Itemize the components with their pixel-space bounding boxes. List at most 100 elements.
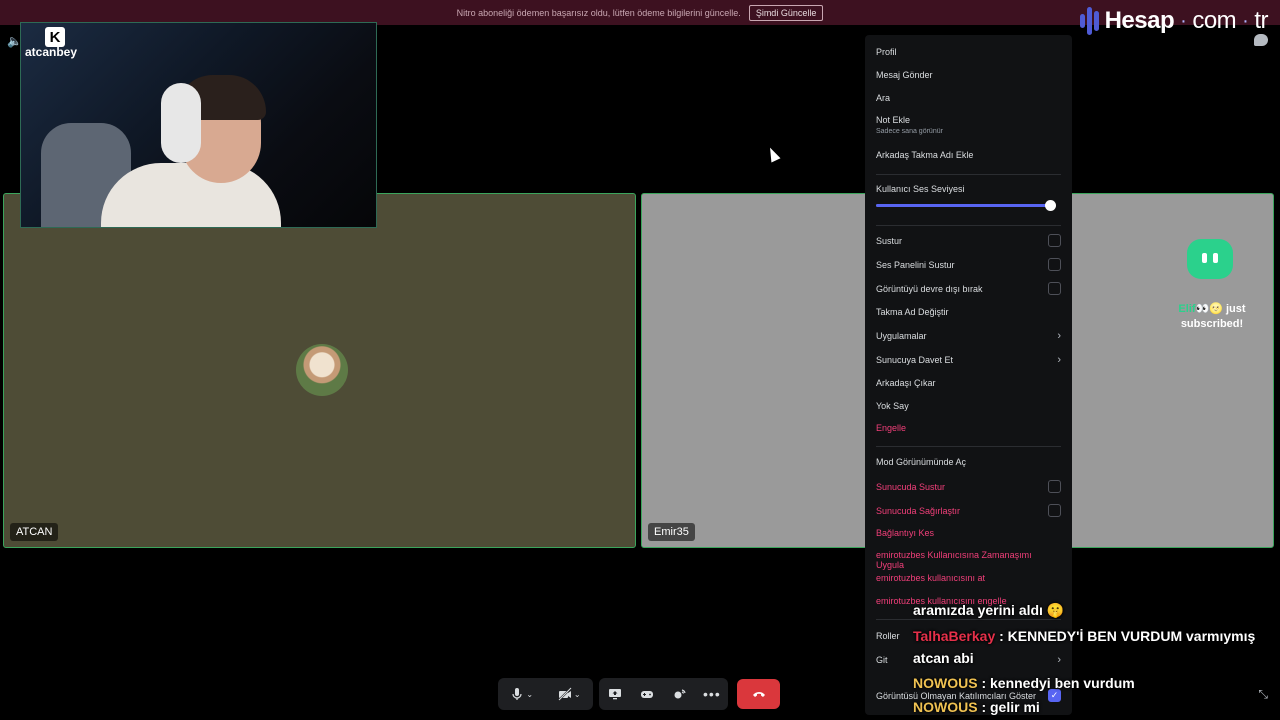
menu-item-ignore[interactable]: Yok Say [876,401,1061,411]
chat-message: NOWOUS : kennedyi ben vurdum [913,675,1135,691]
brand-tld: tr [1254,7,1268,34]
streamer-body [101,163,281,227]
chat-username: NOWOUS [913,699,978,715]
mouse-cursor [765,145,781,163]
menu-label: Arkadaşı Çıkar [876,378,936,388]
menu-item-server-mute[interactable]: Sunucuda Sustur [876,480,1061,493]
menu-item-remove-friend[interactable]: Arkadaşı Çıkar [876,378,1061,388]
menu-label: Roller [876,631,900,641]
menu-item-server-deafen[interactable]: Sunucuda Sağırlaştır [876,504,1061,517]
chat-message: atcan abi [913,650,974,666]
menu-label: Arkadaş Takma Adı Ekle [876,150,974,160]
menu-item-apps[interactable]: Uygulamalar › [876,330,1061,342]
chat-message: TalhaBerkay : KENNEDY'İ BEN VURDUM varmı… [913,628,1255,644]
soundboard-button[interactable] [664,687,696,701]
chat-username: NOWOUS [913,675,978,691]
channel-logo: K [45,27,65,47]
menu-item-add-friend-nickname[interactable]: Arkadaş Takma Adı Ekle [876,150,1061,160]
menu-item-invite-to-server[interactable]: Sunucuya Davet Et › [876,354,1061,366]
mute-checkbox[interactable] [1048,234,1061,247]
add-note-subtext: Sadece sana görünür [876,128,943,135]
screen-share-button[interactable] [599,687,631,701]
chevron-right-icon: › [1057,654,1061,666]
menu-divider [876,225,1061,226]
gamepad-icon [641,691,654,698]
menu-label: Görüntüyü devre dışı bırak [876,283,983,294]
menu-label: Uygulamalar [876,331,927,341]
volume-slider-thumb[interactable] [1045,200,1056,211]
menu-label: Mod Görünümünde Aç [876,457,967,467]
menu-label: Profil [876,47,897,57]
menu-item-mute[interactable]: Sustur [876,234,1061,247]
chat-text: aramızda yerini aldı 🤫 [913,602,1065,618]
menu-label: emirotuzbes kullanıcısını at [876,573,986,583]
headphone-icon [161,83,201,163]
chat-message: NOWOUS : gelir mi [913,699,1040,715]
disconnect-call-button[interactable] [737,679,780,709]
stream-alert-icon [1187,239,1233,279]
mute-soundboard-checkbox[interactable] [1048,258,1061,271]
menu-label: Yok Say [876,401,909,411]
soundboard-icon [674,689,686,699]
user-volume-slider[interactable] [876,200,1056,211]
menu-item-mute-soundboard[interactable]: Ses Panelini Sustur [876,258,1061,271]
chat-bubble-icon[interactable] [1254,34,1268,46]
update-now-button[interactable]: Şimdi Güncelle [748,4,824,21]
menu-label: Sunucuda Sağırlaştır [876,505,961,516]
subscriber-name: Elif👀🌝 [1178,303,1223,315]
screen-share-icon [609,689,622,700]
participant-name-tag: Emir35 [648,523,695,541]
menu-item-change-nickname[interactable]: Takma Ad Değiştir [876,307,1061,317]
participant-name-tag: ATCAN [10,523,59,541]
menu-label: Sunucuya Davet Et [876,355,954,365]
add-note-label: Not Ekle [876,115,911,125]
chat-text: : KENNEDY'İ BEN VURDUM varmıymış [999,628,1256,644]
menu-item-kick[interactable]: emirotuzbes kullanıcısını at [876,573,1061,583]
menu-label: Engelle [876,423,907,433]
chevron-down-icon[interactable]: ⌄ [526,690,533,699]
menu-divider [876,446,1061,447]
menu-label: Ses Panelini Sustur [876,259,955,270]
activities-button[interactable] [631,687,663,701]
server-deafen-checkbox[interactable] [1048,504,1061,517]
brand-dot: · [1180,9,1187,32]
video-tile-atcan[interactable]: ATCAN [3,193,636,548]
channel-name: atcanbey [25,45,78,59]
menu-item-send-message[interactable]: Mesaj Gönder [876,70,1061,80]
exit-fullscreen-icon[interactable]: ⤡ [1258,687,1268,702]
server-mute-checkbox[interactable] [1048,480,1061,493]
avatar [296,344,348,396]
chat-text: : kennedyi ben vurdum [981,675,1135,691]
volume-fill [876,204,1051,207]
menu-item-call[interactable]: Ara [876,93,1061,103]
disable-video-checkbox[interactable] [1048,282,1061,295]
more-options-button[interactable]: ••• [696,686,728,702]
menu-item-timeout[interactable]: emirotuzbes Kullanıcısına Zamanaşımı Uyg… [876,550,1061,570]
menu-label: Sunucuda Sustur [876,481,946,492]
menu-divider [876,619,1061,620]
menu-item-add-note[interactable]: Not Ekle Sadece sana görünür [876,115,1061,135]
chevron-right-icon: › [1057,354,1061,366]
menu-label: Sustur [876,235,903,246]
menu-item-profile[interactable]: Profil [876,47,1061,57]
chat-username: TalhaBerkay [913,628,996,644]
menu-item-disconnect[interactable]: Bağlantıyı Kes [876,528,1061,538]
brand-bars-icon [1079,7,1099,35]
menu-label: Mesaj Gönder [876,70,933,80]
menu-label: Takma Ad Değiştir [876,307,949,317]
menu-item-open-mod-view[interactable]: Mod Görünümünde Aç [876,457,1061,467]
menu-item-user-volume: Kullanıcı Ses Seviyesi [876,184,1061,194]
speaker-icon[interactable]: 🔈 [7,34,22,48]
brand-domain: com [1192,7,1237,34]
brand-logo: Hesap · com · tr [1079,4,1268,38]
microphone-button[interactable]: ⌄ [506,687,538,701]
menu-item-disable-video[interactable]: Görüntüyü devre dışı bırak [876,282,1061,295]
chevron-down-icon[interactable]: ⌄ [574,690,581,699]
chat-message: aramızda yerini aldı 🤫 [913,602,1064,619]
menu-label: Git [876,655,888,665]
chat-text: atcan abi [913,650,974,666]
menu-item-block[interactable]: Engelle [876,423,1061,433]
menu-divider [876,174,1061,175]
camera-button[interactable]: ⌄ [553,687,585,701]
brand-name: Hesap [1104,7,1175,34]
